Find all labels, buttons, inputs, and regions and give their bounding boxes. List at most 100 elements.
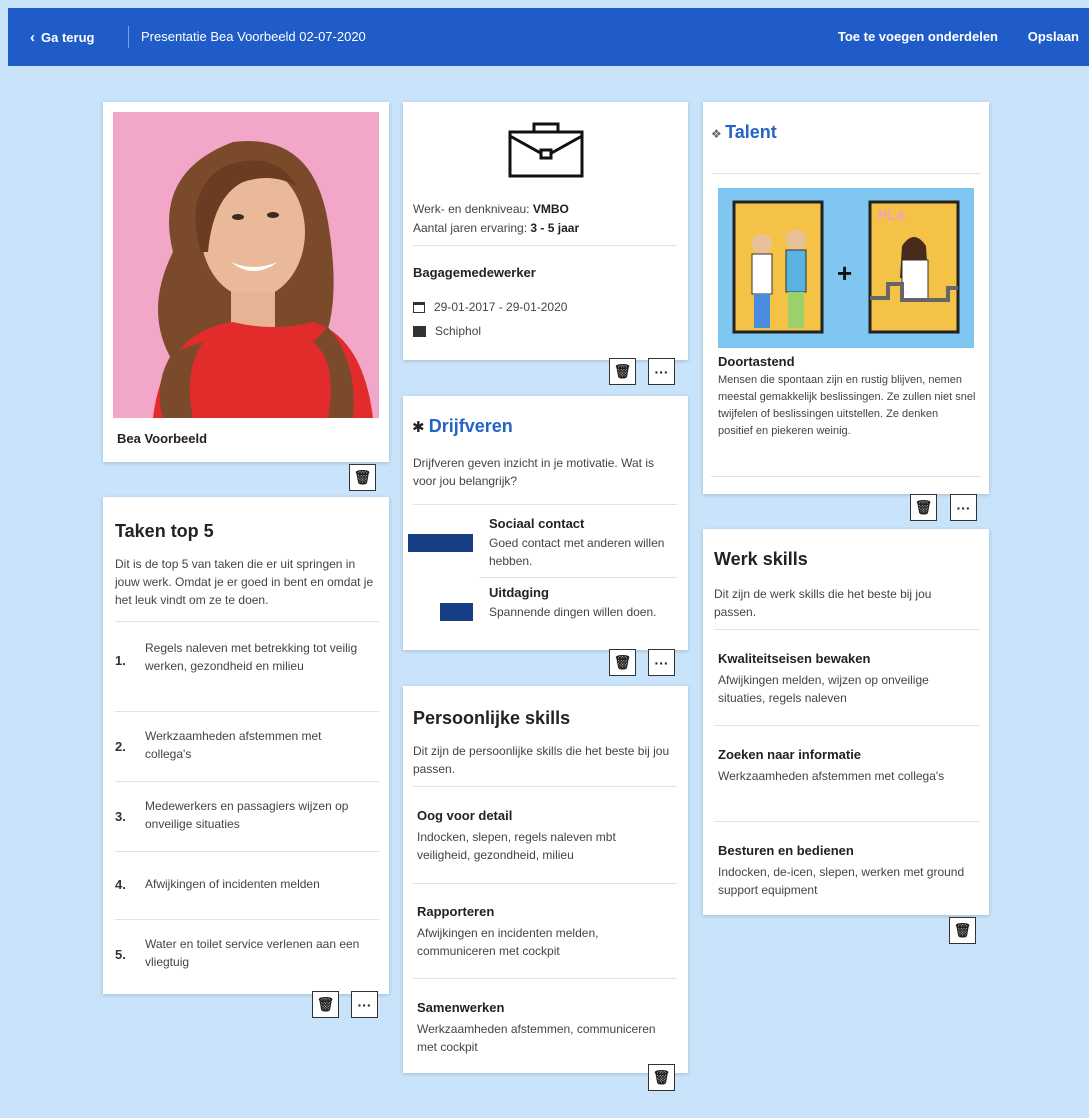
talent-title-text: Talent — [725, 122, 777, 142]
divider — [115, 621, 379, 622]
skill-desc: Indocken, slepen, regels naleven mbt vei… — [417, 830, 616, 862]
delete-work-button[interactable]: 🗑 — [609, 358, 636, 385]
tasks-title: Taken top 5 — [115, 521, 214, 541]
trash-icon: 🗑 — [613, 363, 632, 379]
divider — [711, 173, 981, 174]
drives-card: ✱ Drijfveren Drijfveren geven inzicht in… — [403, 396, 688, 676]
task-number: 4. — [115, 877, 126, 892]
skill-desc: Afwijkingen en incidenten melden, commun… — [417, 926, 599, 958]
trash-icon: 🗑 — [914, 499, 933, 515]
divider — [711, 476, 981, 477]
more-talent-button[interactable]: ··· — [950, 494, 977, 521]
task-number: 3. — [115, 809, 126, 824]
work-level-value: VMBO — [532, 202, 569, 216]
work-level-label: Werk- en denkniveau: — [413, 202, 530, 216]
trash-icon: 🗑 — [353, 469, 372, 485]
header-divider — [128, 26, 129, 48]
tasks-intro: Dit is de top 5 van taken die er uit spr… — [115, 557, 374, 607]
profile-photo — [113, 112, 379, 418]
delete-drives-button[interactable]: 🗑 — [609, 649, 636, 676]
more-icon: ··· — [654, 363, 669, 380]
more-icon: ··· — [357, 996, 372, 1013]
talent-illustration: + PLA — [718, 188, 974, 348]
work-card: Werk- en denkniveau: VMBO Aantal jaren e… — [403, 102, 688, 385]
tasks-card: Taken top 5 Dit is de top 5 van taken di… — [103, 497, 389, 1018]
divider — [714, 821, 980, 822]
drive-name: Uitdaging — [489, 585, 549, 600]
top-bar: ‹ Ga terug Presentatie Bea Voorbeeld 02-… — [8, 8, 1089, 66]
divider — [479, 577, 677, 578]
delete-profile-button[interactable]: 🗑 — [349, 464, 376, 491]
chevron-left-icon: ‹ — [30, 29, 35, 46]
skill-desc: Indocken, de-icen, slepen, werken met gr… — [718, 865, 965, 897]
drives-title-text: Drijfveren — [428, 416, 513, 436]
more-drives-button[interactable]: ··· — [648, 649, 675, 676]
work-years: Aantal jaren ervaring: 3 - 5 jaar — [413, 219, 579, 237]
drive-desc: Spannende dingen willen doen. — [489, 605, 657, 619]
talent-card: ❖ Talent + PLA Doortastend Mensen die sp… — [703, 102, 989, 521]
add-sections-button[interactable]: Toe te voegen onderdelen — [838, 29, 998, 44]
job-location: Schiphol — [413, 322, 481, 340]
drives-intro: Drijfveren geven inzicht in je motivatie… — [413, 456, 654, 488]
skill-desc: Afwijkingen melden, wijzen op onveilige … — [718, 673, 929, 705]
drive-desc: Goed contact met anderen willen hebben. — [489, 536, 665, 568]
delete-talent-button[interactable]: 🗑 — [910, 494, 937, 521]
save-button[interactable]: Opslaan — [1028, 29, 1079, 44]
talent-name: Doortastend — [718, 354, 795, 369]
divider — [714, 725, 980, 726]
work-years-label: Aantal jaren ervaring: — [413, 221, 528, 235]
job-period: 29-01-2017 - 29-01-2020 — [413, 298, 567, 316]
svg-text:+: + — [837, 258, 852, 288]
more-icon: ··· — [956, 499, 971, 516]
skill-name: Besturen en bedienen — [718, 843, 854, 858]
more-tasks-button[interactable]: ··· — [351, 991, 378, 1018]
personal-skills-intro: Dit zijn de persoonlijke skills die het … — [413, 744, 670, 776]
task-text: Afwijkingen of incidenten melden — [145, 877, 320, 891]
task-text: Werkzaamheden afstemmen met collega's — [145, 729, 322, 761]
divider — [413, 978, 677, 979]
building-icon — [413, 325, 426, 337]
divider — [115, 919, 379, 920]
divider — [413, 504, 677, 505]
diamond-icon: ❖ — [711, 127, 726, 141]
work-level: Werk- en denkniveau: VMBO — [413, 200, 569, 218]
work-skills-title: Werk skills — [714, 549, 808, 569]
drives-title: ✱ Drijfveren — [412, 416, 513, 437]
divider — [115, 851, 379, 852]
skill-desc: Werkzaamheden afstemmen met collega's — [718, 769, 945, 783]
skill-name: Rapporteren — [417, 904, 495, 919]
back-button[interactable]: ‹ Ga terug — [30, 29, 94, 46]
more-icon: ··· — [654, 654, 669, 671]
delete-personal-skills-button[interactable]: 🗑 — [648, 1064, 675, 1091]
task-number: 5. — [115, 947, 126, 962]
task-text: Water en toilet service verlenen aan een… — [145, 937, 360, 969]
job-title: Bagagemedewerker — [413, 265, 536, 280]
drive-level-bar — [408, 534, 473, 552]
asterisk-icon: ✱ — [412, 419, 429, 436]
profile-name: Bea Voorbeeld — [117, 431, 208, 446]
work-years-value: 3 - 5 jaar — [530, 221, 580, 235]
drive-name: Sociaal contact — [489, 516, 585, 531]
skill-name: Oog voor detail — [417, 808, 513, 823]
svg-text:PLA: PLA — [878, 207, 906, 223]
talent-desc: Mensen die spontaan zijn en rustig blijv… — [718, 374, 976, 437]
divider — [413, 786, 677, 787]
trash-icon: 🗑 — [613, 654, 632, 670]
skill-name: Kwaliteitseisen bewaken — [718, 651, 871, 666]
work-skills-intro: Dit zijn de werk skills die het beste bi… — [714, 587, 932, 619]
job-location-text: Schiphol — [435, 324, 482, 338]
trash-icon: 🗑 — [953, 922, 972, 938]
talent-title: ❖ Talent — [711, 122, 777, 143]
divider — [413, 245, 677, 246]
personal-skills-card: Persoonlijke skills Dit zijn de persoonl… — [403, 686, 688, 1091]
delete-work-skills-button[interactable]: 🗑 — [949, 917, 976, 944]
drive-level-bar — [440, 603, 473, 621]
divider — [115, 711, 379, 712]
skill-name: Samenwerken — [417, 1000, 505, 1015]
skill-desc: Werkzaamheden afstemmen, communiceren me… — [417, 1022, 656, 1054]
delete-tasks-button[interactable]: 🗑 — [312, 991, 339, 1018]
personal-skills-title: Persoonlijke skills — [413, 708, 571, 728]
more-work-button[interactable]: ··· — [648, 358, 675, 385]
trash-icon: 🗑 — [316, 996, 335, 1012]
back-label: Ga terug — [41, 30, 95, 45]
